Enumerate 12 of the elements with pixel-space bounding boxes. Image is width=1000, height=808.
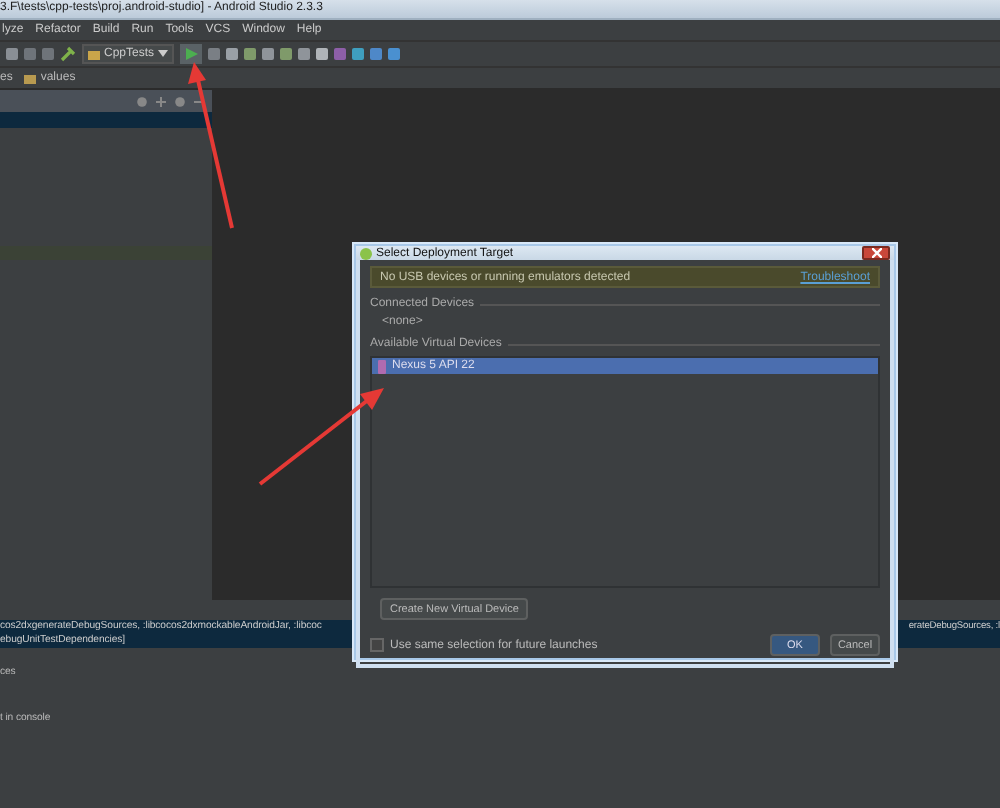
checkbox[interactable] — [370, 638, 384, 652]
close-icon — [871, 248, 881, 258]
close-button[interactable] — [862, 246, 890, 260]
folder-icon — [24, 73, 37, 83]
hammer-icon[interactable] — [60, 46, 76, 62]
run-button[interactable] — [180, 44, 203, 64]
folder-icon — [88, 49, 100, 59]
phone-icon — [378, 359, 386, 373]
caret-icon — [158, 50, 169, 58]
android-icon — [360, 247, 372, 259]
annotation-arrow — [258, 388, 384, 486]
panel-tools-icon[interactable] — [136, 95, 204, 107]
